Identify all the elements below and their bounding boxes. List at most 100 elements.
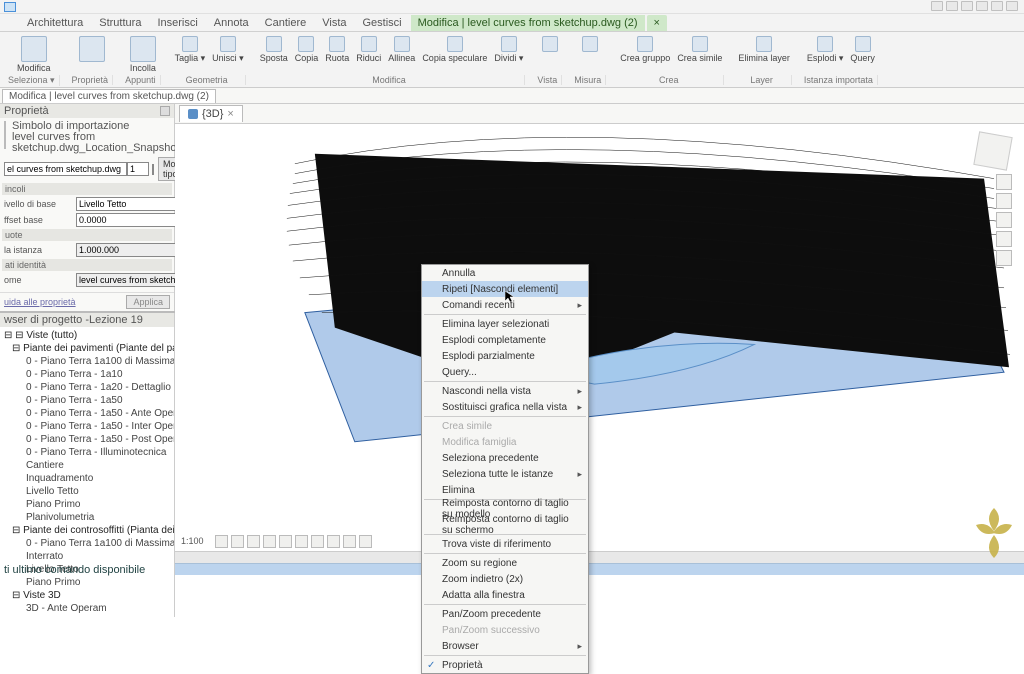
qat-button[interactable] bbox=[946, 1, 958, 11]
menu-item[interactable]: Pan/Zoom precedente bbox=[422, 606, 588, 622]
ribbon-tab-annota[interactable]: Annota bbox=[207, 15, 256, 31]
menu-item[interactable]: Annulla bbox=[422, 265, 588, 281]
tree-node[interactable]: ⊟ Piante dei controsoffitti (Pianta dei … bbox=[2, 524, 172, 537]
hide-isolate-icon[interactable] bbox=[327, 535, 340, 548]
ribbon-tab-modifica-contextual[interactable]: Modifica | level curves from sketchup.dw… bbox=[411, 15, 645, 31]
menu-item[interactable]: Adatta alla finestra bbox=[422, 587, 588, 603]
reveal-hidden-icon[interactable] bbox=[343, 535, 356, 548]
tree-node[interactable]: Livello Tetto bbox=[2, 485, 172, 498]
proprieta-button[interactable] bbox=[77, 35, 107, 63]
tree-node[interactable]: 0 - Piano Terra - 1a50 bbox=[2, 394, 172, 407]
menu-item[interactable]: Reimposta contorno di taglio su schermo bbox=[422, 517, 588, 533]
tree-node[interactable]: 0 - Piano Terra - Illuminotecnica bbox=[2, 446, 172, 459]
view-scale[interactable]: 1:100 bbox=[179, 536, 212, 546]
tree-node[interactable]: 0 - Piano Terra - 1a50 - Inter Operam bbox=[2, 420, 172, 433]
menu-item[interactable]: Nascondi nella vista▸ bbox=[422, 383, 588, 399]
nav-zoom-icon[interactable] bbox=[996, 231, 1012, 247]
tree-node[interactable]: 3D - Ante Operam bbox=[2, 602, 172, 615]
tree-node[interactable]: Interrato bbox=[2, 550, 172, 563]
menu-item[interactable]: Comandi recenti▸ bbox=[422, 297, 588, 313]
menu-item[interactable]: Elimina bbox=[422, 482, 588, 498]
menu-item[interactable]: Trova viste di riferimento bbox=[422, 536, 588, 552]
menu-item[interactable]: Zoom su regione bbox=[422, 555, 588, 571]
crop-view-icon[interactable] bbox=[295, 535, 308, 548]
type-thumbnail[interactable] bbox=[4, 121, 6, 149]
rendering-icon[interactable] bbox=[279, 535, 292, 548]
qat-button[interactable] bbox=[931, 1, 943, 11]
properties-help-link[interactable]: uida alle proprietà bbox=[4, 297, 76, 307]
tree-node[interactable]: Piano Primo bbox=[2, 498, 172, 511]
menu-item[interactable]: Browser▸ bbox=[422, 638, 588, 654]
tree-node[interactable]: 0 - Piano Terra - 1a50 - Ante Operam bbox=[2, 407, 172, 420]
qat-button[interactable] bbox=[976, 1, 988, 11]
type-selector[interactable] bbox=[4, 162, 127, 176]
crea-simile-button[interactable]: Crea simile bbox=[675, 35, 724, 64]
tree-node[interactable]: Inquadramento bbox=[2, 472, 172, 485]
tree-node[interactable]: Cantiere bbox=[2, 459, 172, 472]
analytical-icon[interactable] bbox=[359, 535, 372, 548]
tree-node[interactable]: 0 - Piano Terra - 1a50 - Post Operam bbox=[2, 433, 172, 446]
qat-button[interactable] bbox=[961, 1, 973, 11]
ribbon-tab-struttura[interactable]: Struttura bbox=[92, 15, 148, 31]
dividi-button[interactable]: Dividi ▾ bbox=[492, 35, 525, 64]
detail-level-icon[interactable] bbox=[215, 535, 228, 548]
tree-node[interactable]: ⊟ Piante dei pavimenti (Piante del pavim… bbox=[2, 342, 172, 355]
menu-item[interactable]: Query... bbox=[422, 364, 588, 380]
close-icon[interactable]: × bbox=[227, 108, 233, 120]
document-tab[interactable]: Modifica | level curves from sketchup.dw… bbox=[2, 89, 216, 103]
riduci-button[interactable]: Riduci bbox=[354, 35, 383, 64]
contextual-tab-close[interactable]: × bbox=[647, 15, 667, 31]
filter-icon[interactable] bbox=[152, 164, 154, 175]
allinea-button[interactable]: Allinea bbox=[386, 35, 417, 64]
sposta-button[interactable]: Sposta bbox=[258, 35, 290, 64]
ribbon-tab-cantiere[interactable]: Cantiere bbox=[258, 15, 314, 31]
ribbon-tab-file[interactable] bbox=[4, 27, 18, 31]
tree-node[interactable]: 0 - Piano Terra - 1a20 - Dettaglio 1 bbox=[2, 381, 172, 394]
menu-item[interactable]: Esplodi parzialmente bbox=[422, 348, 588, 364]
tree-node[interactable]: ⊟ ⊟ Viste (tutto) bbox=[2, 329, 172, 342]
vista-button[interactable] bbox=[540, 35, 560, 53]
elimina-layer-button[interactable]: Elimina layer bbox=[736, 35, 792, 64]
app-menu-button[interactable] bbox=[4, 2, 16, 12]
menu-item[interactable]: Seleziona tutte le istanze▸ bbox=[422, 466, 588, 482]
tree-node[interactable]: 0 - Piano Terra 1a100 di Massima bbox=[2, 355, 172, 368]
menu-item[interactable]: Ripeti [Nascondi elementi] bbox=[422, 281, 588, 297]
unisci-button[interactable]: Unisci ▾ bbox=[210, 35, 246, 64]
nav-pan-icon[interactable] bbox=[996, 212, 1012, 228]
modifica-button[interactable]: Modifica bbox=[15, 35, 53, 74]
incolla-button[interactable]: Incolla bbox=[128, 35, 158, 74]
qat-button[interactable] bbox=[1006, 1, 1018, 11]
menu-item[interactable]: Elimina layer selezionati bbox=[422, 316, 588, 332]
query-button[interactable]: Query bbox=[848, 35, 877, 64]
ribbon-tab-inserisci[interactable]: Inserisci bbox=[150, 15, 204, 31]
taglia-button[interactable]: Taglia ▾ bbox=[173, 35, 208, 64]
view-cube[interactable] bbox=[973, 131, 1012, 170]
menu-item[interactable]: Proprietà bbox=[422, 657, 588, 673]
esplodi-button[interactable]: Esplodi ▾ bbox=[805, 35, 846, 64]
tree-node[interactable]: ⊟ Viste 3D bbox=[2, 589, 172, 602]
sun-path-icon[interactable] bbox=[247, 535, 260, 548]
ruota-button[interactable]: Ruota bbox=[323, 35, 351, 64]
nav-orbit-icon[interactable] bbox=[996, 250, 1012, 266]
tree-node[interactable]: Piano Primo bbox=[2, 576, 172, 589]
qat-button[interactable] bbox=[991, 1, 1003, 11]
apply-button[interactable]: Applica bbox=[126, 295, 170, 309]
tree-node[interactable]: 0 - Piano Terra 1a100 di Massima bbox=[2, 537, 172, 550]
menu-item[interactable]: Sostituisci grafica nella vista▸ bbox=[422, 399, 588, 415]
ribbon-tab-vista[interactable]: Vista bbox=[315, 15, 353, 31]
view-tab-3d[interactable]: {3D} × bbox=[179, 105, 243, 122]
nav-wheel-icon[interactable] bbox=[996, 193, 1012, 209]
drawing-area[interactable]: {3D} × bbox=[175, 104, 1024, 551]
tree-node[interactable]: Planivolumetria bbox=[2, 511, 172, 524]
ribbon-tab-architettura[interactable]: Architettura bbox=[20, 15, 90, 31]
menu-item[interactable]: Seleziona precedente bbox=[422, 450, 588, 466]
tree-node[interactable]: 0 - Piano Terra - 1a10 bbox=[2, 368, 172, 381]
menu-item[interactable]: Zoom indietro (2x) bbox=[422, 571, 588, 587]
copia-button[interactable]: Copia bbox=[293, 35, 321, 64]
shadows-icon[interactable] bbox=[263, 535, 276, 548]
visual-style-icon[interactable] bbox=[231, 535, 244, 548]
crea-gruppo-button[interactable]: Crea gruppo bbox=[618, 35, 672, 64]
nav-home-icon[interactable] bbox=[996, 174, 1012, 190]
misura-button[interactable] bbox=[580, 35, 600, 53]
copia-speculare-button[interactable]: Copia speculare bbox=[420, 35, 489, 64]
